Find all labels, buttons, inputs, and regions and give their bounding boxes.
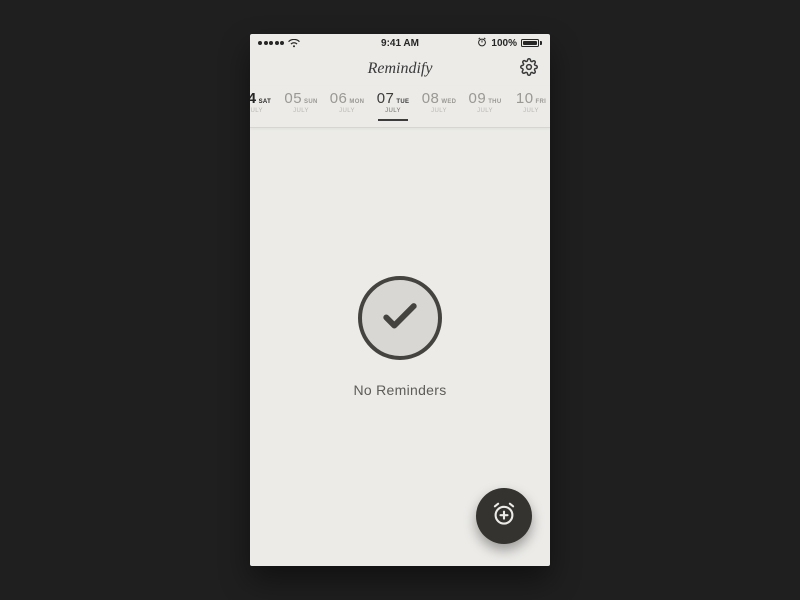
signal-strength-icon <box>258 41 284 45</box>
date-day: 07 <box>377 90 395 107</box>
date-month: JULY <box>324 108 370 114</box>
date-month: JULY <box>416 108 462 114</box>
gear-icon <box>520 58 538 81</box>
app-header: Remindify <box>250 52 550 86</box>
add-reminder-button[interactable] <box>476 488 532 544</box>
date-month: JULY <box>278 108 324 114</box>
date-item[interactable]: 07TUE JULY <box>370 90 416 114</box>
date-month: JULY <box>508 108 550 114</box>
settings-button[interactable] <box>518 58 540 80</box>
date-day: 08 <box>422 90 440 107</box>
checkmark-icon <box>378 294 422 343</box>
date-month: JULY <box>370 108 416 114</box>
date-item[interactable]: 04SAT JULY <box>250 90 278 114</box>
phone-screen: 9:41 AM 100% Remindify <box>250 34 550 566</box>
date-item[interactable]: 10FRI JULY <box>508 90 550 114</box>
alarm-add-icon <box>490 500 518 533</box>
date-item[interactable]: 06MON JULY <box>324 90 370 114</box>
date-dayofweek: TUE <box>396 99 409 105</box>
date-item[interactable]: 09THU JULY <box>462 90 508 114</box>
battery-percentage: 100% <box>491 38 517 49</box>
date-dayofweek: FRI <box>536 99 547 105</box>
date-day: 04 <box>250 90 257 107</box>
date-dayofweek: SAT <box>259 99 271 105</box>
date-day: 06 <box>330 90 348 107</box>
date-dayofweek: SUN <box>304 99 318 105</box>
date-strip[interactable]: 04SATJULY05SUNJULY06MONJULY07TUEJULY08WE… <box>250 86 550 128</box>
empty-state-circle <box>358 276 442 360</box>
status-left <box>258 39 300 48</box>
date-item[interactable]: 08WED JULY <box>416 90 462 114</box>
date-dayofweek: THU <box>488 99 501 105</box>
date-month: JULY <box>462 108 508 114</box>
battery-icon <box>521 39 542 47</box>
date-day: 10 <box>516 90 534 107</box>
alarm-indicator-icon <box>477 37 487 50</box>
date-month: JULY <box>250 108 278 114</box>
date-dayofweek: WED <box>441 99 456 105</box>
status-bar: 9:41 AM 100% <box>250 34 550 52</box>
status-time: 9:41 AM <box>381 38 419 49</box>
date-dayofweek: MON <box>349 99 364 105</box>
status-right: 100% <box>477 37 542 50</box>
date-day: 09 <box>469 90 487 107</box>
date-day: 05 <box>284 90 302 107</box>
date-item[interactable]: 05SUN JULY <box>278 90 324 114</box>
app-title: Remindify <box>368 60 433 78</box>
empty-state-text: No Reminders <box>353 382 446 398</box>
wifi-icon <box>288 39 300 48</box>
